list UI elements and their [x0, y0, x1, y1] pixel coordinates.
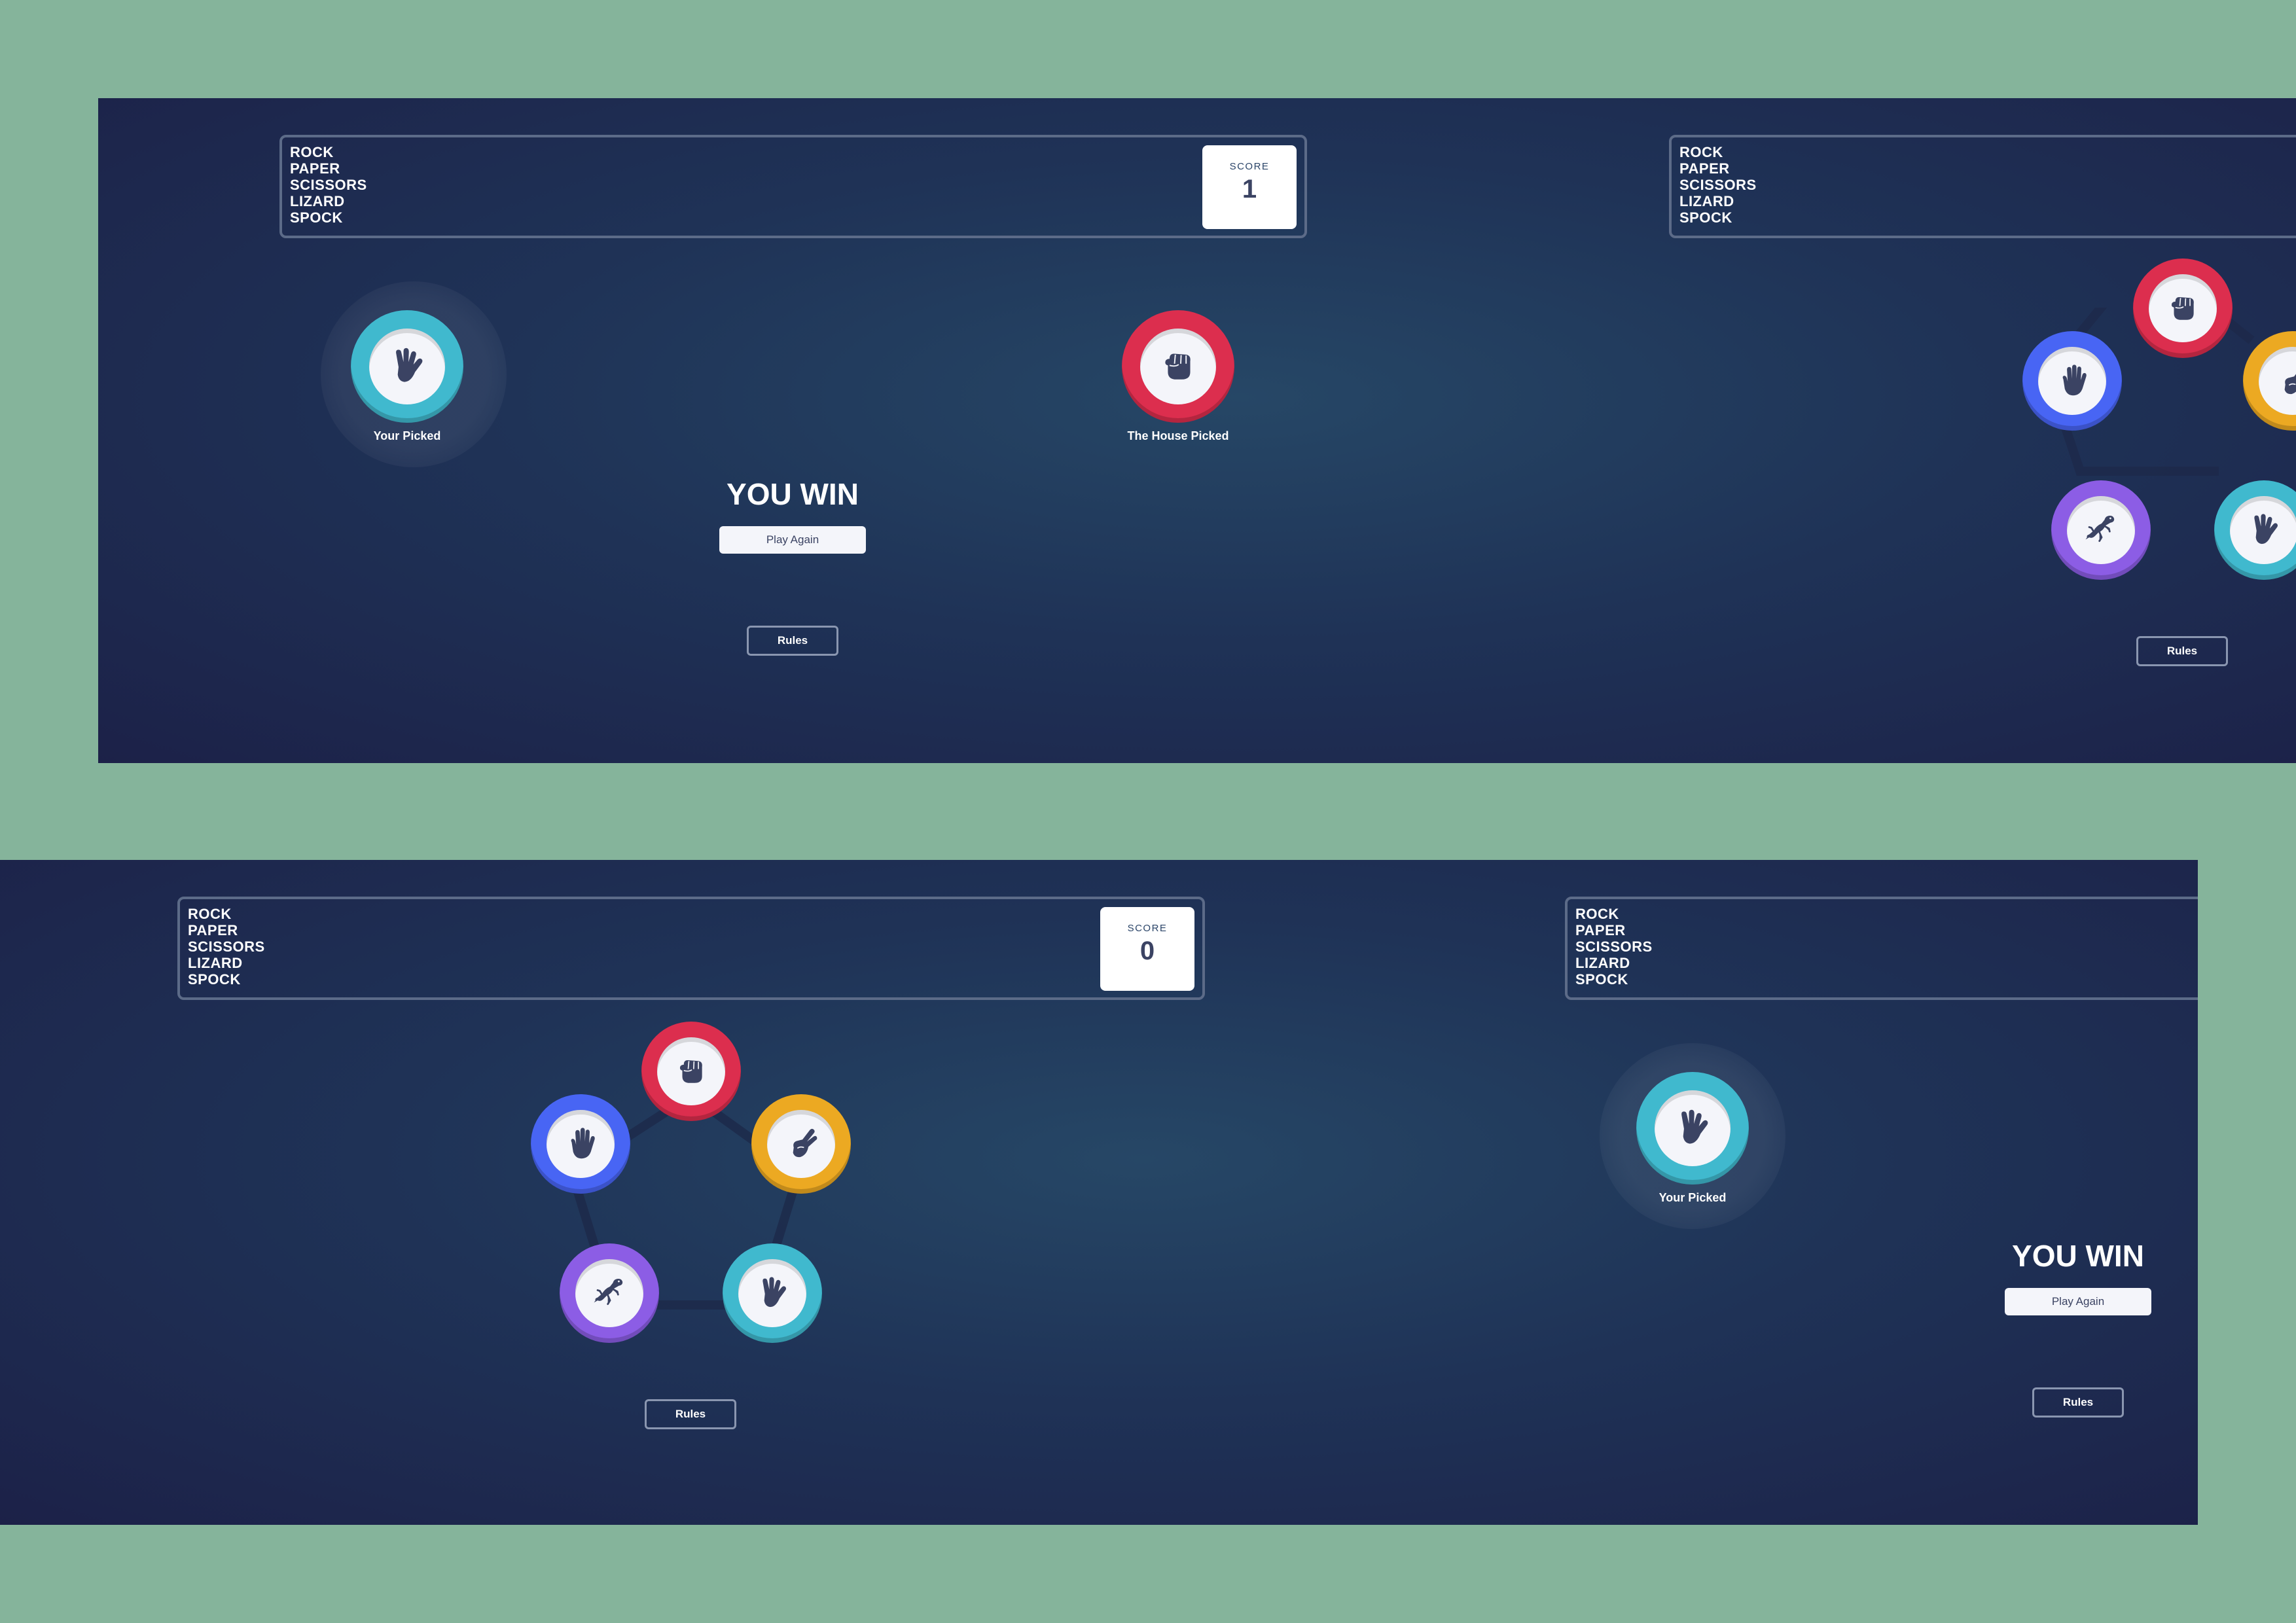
brand-logo: ROCK PAPER SCISSORS LIZARD SPOCK	[188, 906, 265, 988]
your-picked-label: Your Picked	[1659, 1191, 1727, 1204]
game-screen-selection: ROCK PAPER SCISSORS LIZARD SPOCK SCORE 0…	[0, 860, 2198, 1525]
house-pick-rock-token	[1122, 310, 1234, 423]
rock-token[interactable]	[2133, 259, 2233, 358]
brand-word-scissors: SCISSORS	[1575, 938, 1653, 955]
brand-word-lizard: LIZARD	[1575, 955, 1630, 971]
open-hand-icon	[2038, 347, 2106, 415]
header-scoreboard-secondary: ROCK PAPER SCISSORS LIZARD SPOCK	[1669, 135, 2296, 238]
play-again-button[interactable]: Play Again	[2005, 1288, 2151, 1315]
game-screen-result: ROCK PAPER SCISSORS LIZARD SPOCK SCORE 1…	[98, 98, 2296, 763]
rules-button[interactable]: Rules	[747, 626, 838, 656]
brand-word-rock: ROCK	[290, 144, 334, 160]
paper-token[interactable]	[2022, 331, 2122, 431]
lizard-token[interactable]	[2051, 480, 2151, 580]
rock-token[interactable]	[641, 1022, 741, 1121]
fist-icon	[657, 1037, 725, 1105]
brand-word-rock: ROCK	[188, 906, 232, 922]
lizard-icon	[2067, 496, 2135, 564]
brand-logo: ROCK PAPER SCISSORS LIZARD SPOCK	[1679, 144, 1757, 226]
fist-icon	[1139, 328, 1217, 405]
score-value: 0	[1139, 936, 1155, 965]
vulcan-salute-icon	[1654, 1090, 1731, 1167]
brand-word-rock: ROCK	[1679, 144, 1723, 160]
spock-token[interactable]	[723, 1243, 822, 1343]
fist-icon	[2149, 274, 2217, 342]
brand-logo: ROCK PAPER SCISSORS LIZARD SPOCK	[290, 144, 367, 226]
brand-word-paper: PAPER	[188, 922, 238, 938]
score-value: 1	[1242, 175, 1257, 204]
brand-word-lizard: LIZARD	[290, 193, 345, 209]
vulcan-salute-icon	[368, 328, 446, 405]
brand-word-lizard: LIZARD	[1679, 193, 1734, 209]
rules-button[interactable]: Rules	[645, 1399, 736, 1429]
header-scoreboard: ROCK PAPER SCISSORS LIZARD SPOCK SCORE 1	[279, 135, 1307, 238]
scissors-hand-icon	[2259, 347, 2296, 415]
your-pick-spock-token	[351, 310, 463, 423]
paper-token[interactable]	[531, 1094, 630, 1194]
vulcan-salute-icon	[2230, 496, 2296, 564]
rules-button[interactable]: Rules	[2136, 636, 2228, 666]
your-pick-spock-token	[1636, 1072, 1749, 1185]
brand-logo: ROCK PAPER SCISSORS LIZARD SPOCK	[1575, 906, 1653, 988]
lizard-token[interactable]	[560, 1243, 659, 1343]
house-picked-label: The House Picked	[1127, 429, 1229, 442]
brand-word-scissors: SCISSORS	[290, 177, 367, 193]
lizard-icon	[575, 1259, 643, 1327]
scissors-token[interactable]	[751, 1094, 851, 1194]
score-label: SCORE	[1229, 161, 1270, 172]
brand-word-spock: SPOCK	[290, 209, 343, 226]
vulcan-salute-icon	[738, 1259, 806, 1327]
brand-word-spock: SPOCK	[188, 971, 241, 988]
rules-button[interactable]: Rules	[2032, 1387, 2124, 1418]
play-again-button[interactable]: Play Again	[719, 526, 866, 554]
brand-word-paper: PAPER	[1575, 922, 1626, 938]
brand-word-spock: SPOCK	[1679, 209, 1732, 226]
brand-word-paper: PAPER	[290, 160, 340, 177]
result-title: YOU WIN	[726, 477, 859, 511]
brand-word-rock: ROCK	[1575, 906, 1619, 922]
header-scoreboard: ROCK PAPER SCISSORS LIZARD SPOCK SCORE 0	[177, 897, 1205, 1000]
brand-word-spock: SPOCK	[1575, 971, 1628, 988]
result-title: YOU WIN	[2012, 1239, 2144, 1273]
brand-word-paper: PAPER	[1679, 160, 1730, 177]
scissors-hand-icon	[767, 1110, 835, 1178]
header-scoreboard-secondary: ROCK PAPER SCISSORS LIZARD SPOCK	[1565, 897, 2198, 1000]
score-box: SCORE 0	[1100, 907, 1194, 991]
brand-word-scissors: SCISSORS	[1679, 177, 1757, 193]
open-hand-icon	[547, 1110, 615, 1178]
your-picked-label: Your Picked	[373, 429, 441, 442]
score-label: SCORE	[1127, 923, 1168, 934]
brand-word-scissors: SCISSORS	[188, 938, 265, 955]
brand-word-lizard: LIZARD	[188, 955, 243, 971]
score-box: SCORE 1	[1202, 145, 1297, 229]
